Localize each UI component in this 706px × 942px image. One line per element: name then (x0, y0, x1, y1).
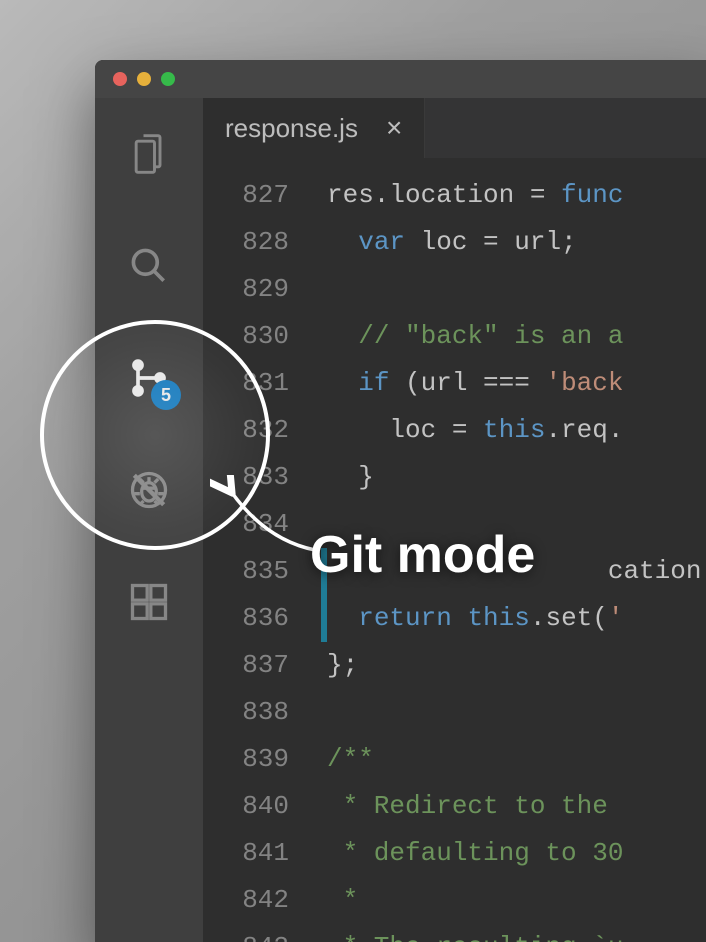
line-number: 843 (203, 924, 321, 942)
screenshot-canvas: 5 (0, 0, 706, 942)
window-titlebar (95, 60, 706, 98)
git-changes-badge: 5 (151, 380, 181, 410)
code-line: 828 var loc = url; (203, 219, 706, 266)
line-number: 833 (203, 454, 321, 501)
code-line: 827res.location = func (203, 172, 706, 219)
code-line: 839/** (203, 736, 706, 783)
code-line: 832 loc = this.req. (203, 407, 706, 454)
line-content: /** (327, 736, 706, 783)
code-line: 833 } (203, 454, 706, 501)
line-content (327, 266, 706, 313)
extensions-icon[interactable] (123, 576, 175, 628)
line-content: loc = this.req. (327, 407, 706, 454)
editor-window: 5 (95, 60, 706, 942)
line-content: // "back" is an a (327, 313, 706, 360)
line-number: 835 (203, 548, 321, 595)
search-icon[interactable] (123, 240, 175, 292)
line-content: if (url === 'back (327, 360, 706, 407)
line-content: return this.set(' (327, 595, 706, 642)
close-icon[interactable]: × (386, 114, 402, 142)
zoom-window-button[interactable] (161, 72, 175, 86)
line-number: 829 (203, 266, 321, 313)
line-number: 838 (203, 689, 321, 736)
line-content: res.location = func (327, 172, 706, 219)
line-content: * (327, 877, 706, 924)
line-content: * The resulting `u (327, 924, 706, 942)
line-content: var loc = url; (327, 219, 706, 266)
source-control-icon[interactable]: 5 (123, 352, 175, 404)
line-number: 839 (203, 736, 321, 783)
minimize-window-button[interactable] (137, 72, 151, 86)
line-content: * defaulting to 30 (327, 830, 706, 877)
line-number: 841 (203, 830, 321, 877)
line-number: 836 (203, 595, 321, 642)
line-number: 830 (203, 313, 321, 360)
tab-label: response.js (225, 113, 358, 144)
line-number: 828 (203, 219, 321, 266)
activity-bar: 5 (95, 98, 203, 942)
line-content (327, 689, 706, 736)
code-editor[interactable]: 827res.location = func828 var loc = url;… (203, 158, 706, 942)
code-line: 834 (203, 501, 706, 548)
code-line: 831 if (url === 'back (203, 360, 706, 407)
line-content: cation (327, 548, 706, 595)
code-line: 838 (203, 689, 706, 736)
line-number: 840 (203, 783, 321, 830)
line-number: 837 (203, 642, 321, 689)
line-number: 827 (203, 172, 321, 219)
code-line: 829 (203, 266, 706, 313)
line-content: } (327, 454, 706, 501)
line-number: 832 (203, 407, 321, 454)
line-number: 831 (203, 360, 321, 407)
line-content: }; (327, 642, 706, 689)
tab-response-js[interactable]: response.js × (203, 98, 425, 158)
code-line: 842 * (203, 877, 706, 924)
code-line: 837}; (203, 642, 706, 689)
code-line: 843 * The resulting `u (203, 924, 706, 942)
code-line: 830 // "back" is an a (203, 313, 706, 360)
code-line: 841 * defaulting to 30 (203, 830, 706, 877)
editor-area: response.js × 827res.location = func828 … (203, 98, 706, 942)
line-content: * Redirect to the (327, 783, 706, 830)
close-window-button[interactable] (113, 72, 127, 86)
line-number: 842 (203, 877, 321, 924)
code-line: 835 cation (203, 548, 706, 595)
code-line: 840 * Redirect to the (203, 783, 706, 830)
line-number: 834 (203, 501, 321, 548)
tab-bar: response.js × (203, 98, 706, 158)
explorer-icon[interactable] (123, 128, 175, 180)
line-content (327, 501, 706, 548)
code-line: 836 return this.set(' (203, 595, 706, 642)
debug-icon[interactable] (123, 464, 175, 516)
